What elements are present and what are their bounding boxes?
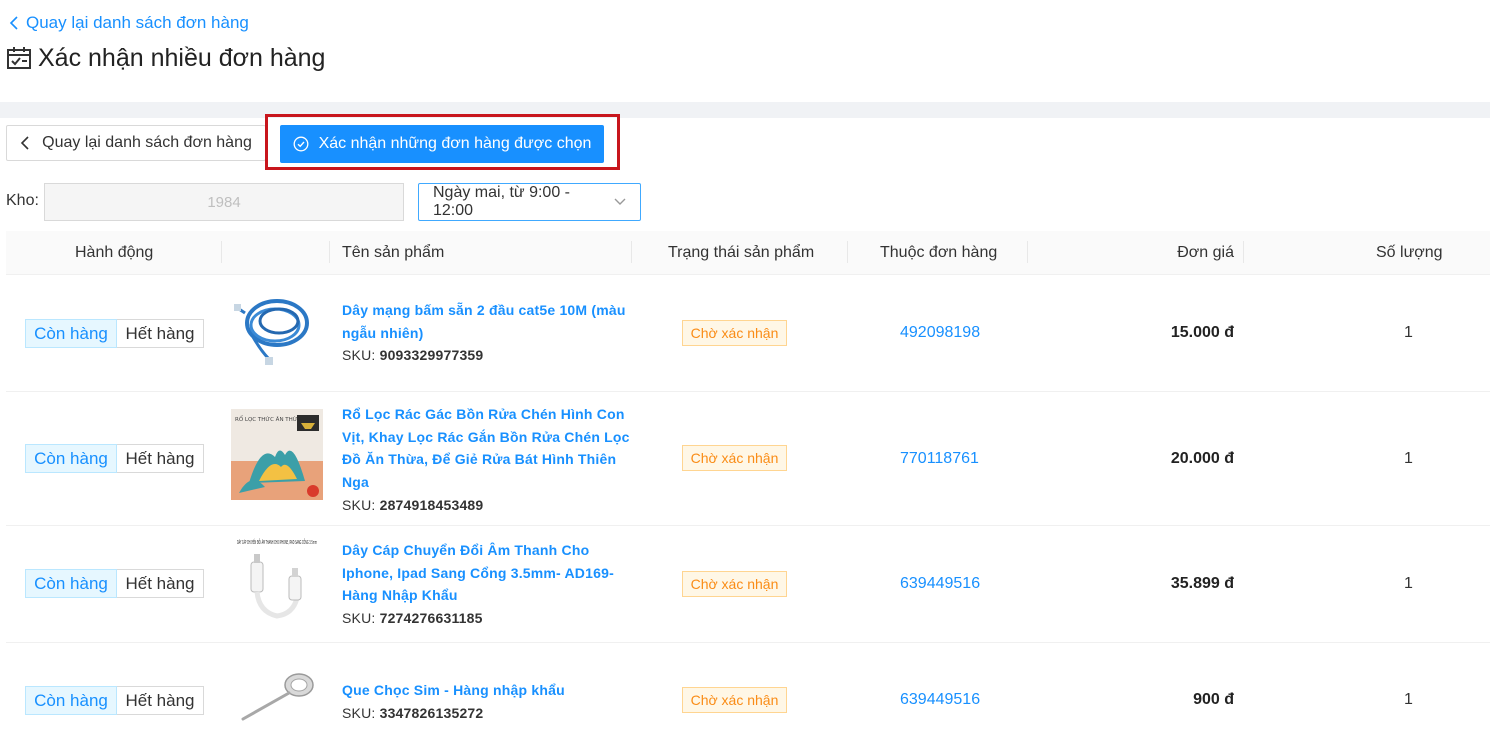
- product-name-link[interactable]: Dây Cáp Chuyển Đổi Âm Thanh Cho Iphone, …: [342, 539, 632, 630]
- stock-toggle: Còn hàng Hết hàng: [25, 686, 204, 715]
- unit-price: 900 đ: [1193, 691, 1234, 708]
- status-badge: Chờ xác nhận: [682, 571, 787, 597]
- out-of-stock-button[interactable]: Hết hàng: [117, 569, 204, 598]
- sku-text: SKU: 3347826135272: [342, 704, 484, 721]
- column-header-quantity: Số lượng: [1376, 243, 1443, 261]
- quantity: 1: [1404, 324, 1413, 341]
- in-stock-button[interactable]: Còn hàng: [25, 444, 117, 473]
- confirm-button-label: Xác nhận những đơn hàng được chọn: [318, 135, 592, 152]
- out-of-stock-button[interactable]: Hết hàng: [117, 444, 204, 473]
- warehouse-input[interactable]: 1984: [44, 183, 404, 221]
- status-badge: Chờ xác nhận: [682, 445, 787, 471]
- blue-cable-image: [231, 289, 323, 369]
- table-row: Còn hàng Hết hàng Dây mạng bấm sẵn 2 đầu…: [6, 275, 1490, 392]
- column-header-unit-price: Đơn giá: [1177, 243, 1234, 261]
- warehouse-label: Kho:: [6, 192, 39, 209]
- calendar-check-icon: [7, 47, 31, 69]
- quantity: 1: [1404, 450, 1413, 467]
- quantity: 1: [1404, 691, 1413, 708]
- unit-price: 35.899 đ: [1170, 575, 1234, 592]
- confirm-selected-orders-button[interactable]: Xác nhận những đơn hàng được chọn: [280, 125, 604, 163]
- column-divider: [631, 241, 632, 263]
- sku-text: SKU: 2874918453489: [342, 496, 484, 513]
- chevron-down-icon: [614, 198, 626, 205]
- back-to-orders-button[interactable]: Quay lại danh sách đơn hàng: [6, 125, 266, 161]
- stock-toggle: Còn hàng Hết hàng: [25, 319, 204, 348]
- warehouse-value: 1984: [207, 193, 241, 211]
- svg-text:DÂY CÁP CHUYỂN ĐỔI ÂM THANH CH: DÂY CÁP CHUYỂN ĐỔI ÂM THANH CHO IPHONE, …: [237, 538, 317, 546]
- product-name-link[interactable]: Que Chọc Sim - Hàng nhập khẩu SKU: 33478…: [342, 679, 632, 724]
- unit-price: 20.000 đ: [1170, 450, 1234, 467]
- delivery-time-value: Ngày mai, từ 9:00 - 12:00: [433, 184, 570, 219]
- order-id-link[interactable]: 492098198: [900, 324, 980, 342]
- quantity: 1: [1404, 575, 1413, 592]
- stock-toggle: Còn hàng Hết hàng: [25, 569, 204, 598]
- audio-adapter-image: DÂY CÁP CHUYỂN ĐỔI ÂM THANH CHO IPHONE, …: [231, 534, 323, 626]
- column-header-product-name: Tên sản phẩm: [342, 243, 445, 261]
- order-id-link[interactable]: 639449516: [900, 575, 980, 593]
- unit-price: 15.000 đ: [1170, 324, 1234, 341]
- column-divider: [1027, 241, 1028, 263]
- svg-text:RỔ LỌC THỨC ĂN THỪA: RỔ LỌC THỨC ĂN THỪA: [235, 415, 302, 423]
- table-row: Còn hàng Hết hàng Que Chọc Sim - Hàng nh…: [6, 643, 1490, 752]
- page-title: Xác nhận nhiều đơn hàng: [38, 43, 326, 72]
- delivery-time-select[interactable]: Ngày mai, từ 9:00 - 12:00: [418, 183, 641, 221]
- product-name-link[interactable]: Dây mạng bấm sẵn 2 đầu cat5e 10M (màu ng…: [342, 299, 632, 367]
- chevron-left-icon: [20, 136, 29, 150]
- table-row: Còn hàng Hết hàng RỔ LỌC THỨC ĂN THỪA Rổ…: [6, 392, 1490, 526]
- check-circle-icon: [293, 136, 309, 152]
- back-link-text: Quay lại danh sách đơn hàng: [26, 13, 249, 32]
- order-id-link[interactable]: 639449516: [900, 691, 980, 709]
- stock-toggle: Còn hàng Hết hàng: [25, 444, 204, 473]
- column-divider: [221, 241, 222, 263]
- sink-strainer-image: RỔ LỌC THỨC ĂN THỪA: [231, 409, 323, 500]
- column-header-order: Thuộc đơn hàng: [880, 243, 998, 261]
- table-header: Hành động Tên sản phẩm Trạng thái sản ph…: [6, 231, 1490, 275]
- order-id-link[interactable]: 770118761: [900, 450, 979, 468]
- in-stock-button[interactable]: Còn hàng: [25, 569, 117, 598]
- in-stock-button[interactable]: Còn hàng: [25, 686, 117, 715]
- out-of-stock-button[interactable]: Hết hàng: [117, 686, 204, 715]
- back-button-label: Quay lại danh sách đơn hàng: [42, 134, 252, 151]
- column-divider: [329, 241, 330, 263]
- sim-ejector-image: [231, 667, 323, 727]
- out-of-stock-button[interactable]: Hết hàng: [117, 319, 204, 348]
- table-row: Còn hàng Hết hàng DÂY CÁP CHUYỂN ĐỔI ÂM …: [6, 526, 1490, 643]
- section-divider: [0, 102, 1490, 118]
- chevron-left-icon: [9, 16, 18, 30]
- page-header: Xác nhận nhiều đơn hàng: [6, 42, 325, 74]
- column-divider: [847, 241, 848, 263]
- sku-text: SKU: 7274276631185: [342, 610, 483, 627]
- status-badge: Chờ xác nhận: [682, 687, 787, 713]
- column-header-action: Hành động: [75, 243, 154, 261]
- column-header-product-status: Trạng thái sản phẩm: [668, 243, 815, 261]
- product-name-link[interactable]: Rổ Lọc Rác Gác Bồn Rửa Chén Hình Con Vịt…: [342, 403, 632, 517]
- status-badge: Chờ xác nhận: [682, 320, 787, 346]
- in-stock-button[interactable]: Còn hàng: [25, 319, 117, 348]
- back-to-orders-link[interactable]: Quay lại danh sách đơn hàng: [8, 12, 249, 34]
- sku-text: SKU: 9093329977359: [342, 347, 484, 364]
- column-divider: [1243, 241, 1244, 263]
